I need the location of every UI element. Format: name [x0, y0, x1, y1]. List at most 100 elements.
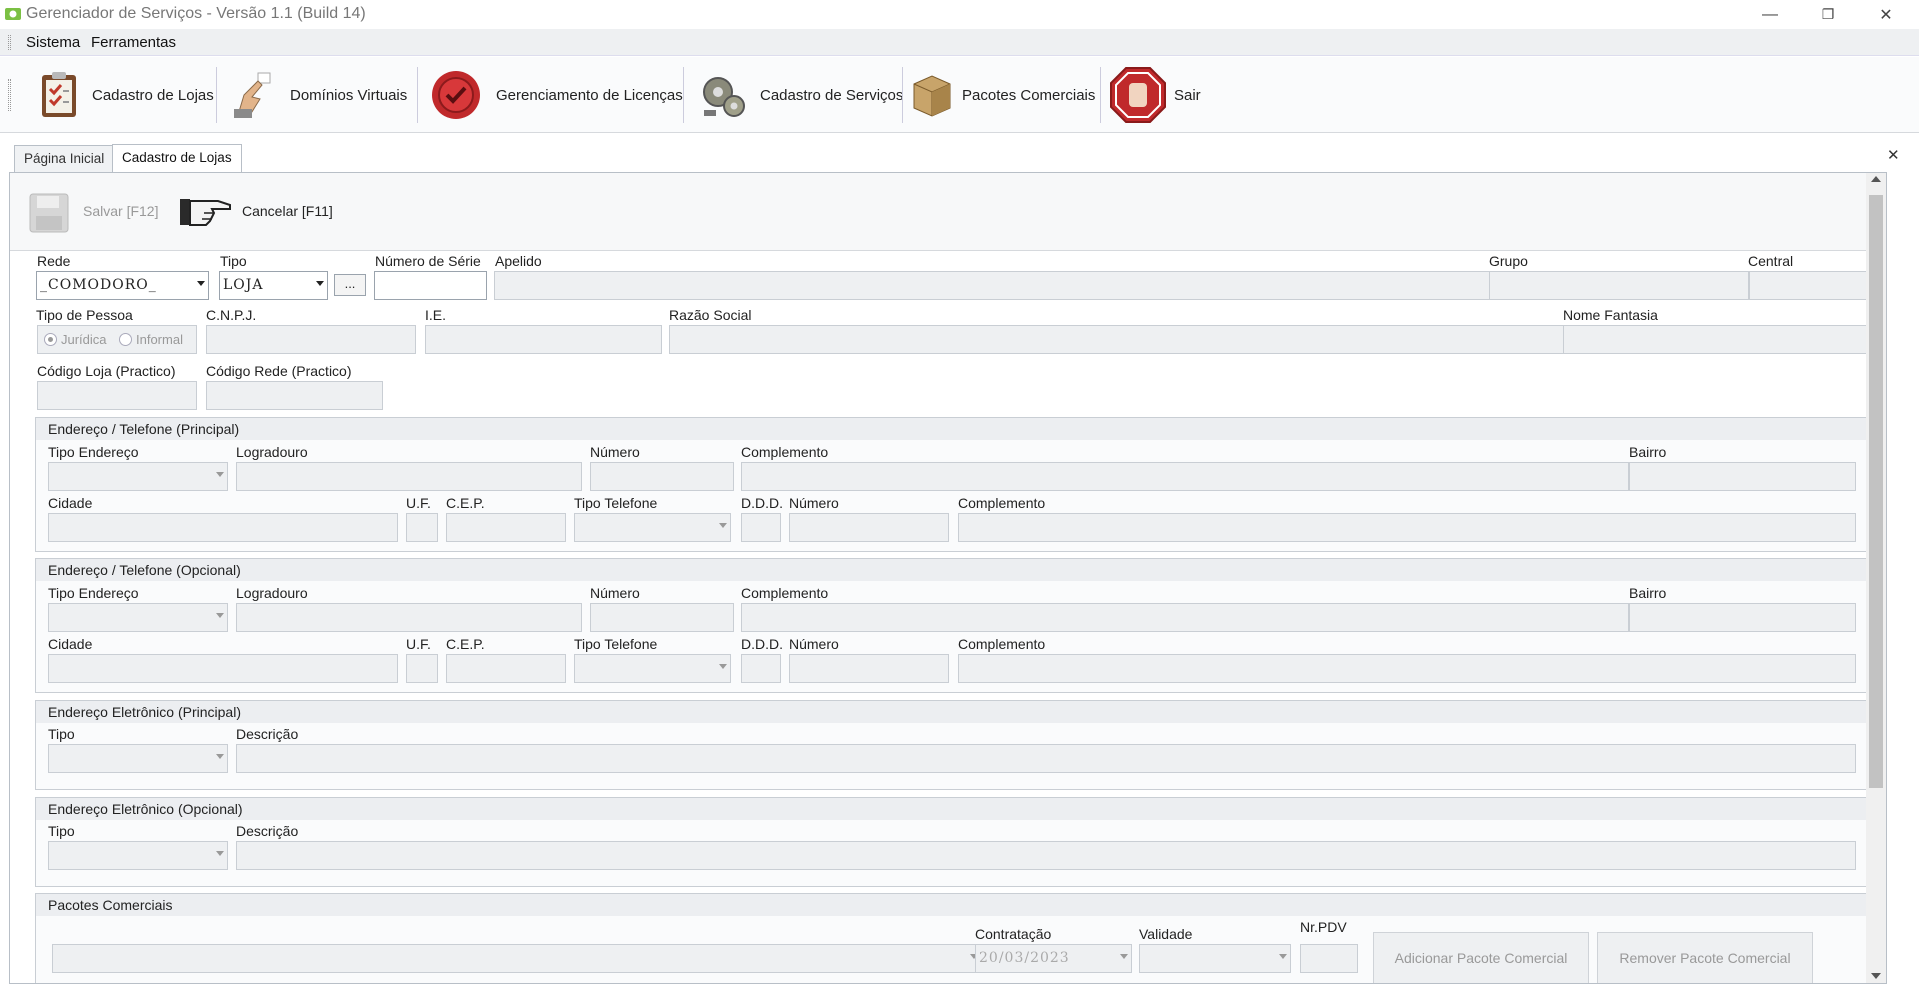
save-button[interactable]: Salvar [F12]: [83, 203, 158, 219]
toolbar-cadastro-lojas[interactable]: Cadastro de Lojas: [34, 57, 214, 133]
uf-input[interactable]: [406, 654, 438, 683]
tipo-combo[interactable]: LOJA: [219, 271, 328, 300]
ddd-input[interactable]: [741, 513, 781, 542]
email-tipo-combo[interactable]: [48, 744, 228, 773]
menu-sistema[interactable]: Sistema: [26, 34, 80, 51]
gears-icon: [703, 77, 745, 117]
nrpdv-input[interactable]: [1300, 944, 1358, 973]
menu-ferramentas[interactable]: Ferramentas: [91, 34, 176, 51]
tipo-telefone-label: Tipo Telefone: [574, 495, 658, 511]
numero-tel-input[interactable]: [789, 513, 949, 542]
central-input[interactable]: [1749, 271, 1868, 300]
toolbar-separator: [417, 67, 418, 123]
toolbar-pacotes-comerciais[interactable]: Pacotes Comerciais: [910, 57, 1095, 133]
contratacao-date[interactable]: 20/03/2023: [975, 944, 1132, 973]
close-window-button[interactable]: ✕: [1857, 0, 1915, 29]
grupo-input[interactable]: [1489, 271, 1749, 300]
tipo-endereco-label: Tipo Endereço: [48, 585, 139, 601]
tab-strip: Página Inicial Cadastro de Lojas ✕: [0, 133, 1919, 173]
complemento-input[interactable]: [741, 462, 1629, 491]
numero-input[interactable]: [590, 603, 734, 632]
bairro-input[interactable]: [1629, 603, 1856, 632]
cidade-input[interactable]: [48, 513, 398, 542]
menu-bar: Sistema Ferramentas: [0, 29, 1919, 56]
pointing-hand-icon: [180, 199, 231, 226]
tipo-telefone-combo[interactable]: [574, 654, 731, 683]
minimize-button[interactable]: —: [1741, 0, 1799, 29]
apelido-input[interactable]: [494, 271, 1491, 300]
cep-input[interactable]: [446, 654, 566, 683]
tipo-endereco-combo[interactable]: [48, 462, 228, 491]
rede-combo[interactable]: _COMODORO_: [36, 271, 209, 300]
vertical-scrollbar[interactable]: [1866, 173, 1886, 983]
ddd-input[interactable]: [741, 654, 781, 683]
ie-input[interactable]: [425, 325, 662, 354]
validade-combo[interactable]: [1139, 944, 1291, 973]
toolbar-gerenciamento-licencas[interactable]: Gerenciamento de Licenças: [428, 57, 683, 133]
group-header: Endereço Eletrônico (Principal): [36, 701, 1874, 723]
lookup-button[interactable]: ...: [334, 274, 366, 296]
juridica-radio[interactable]: [44, 333, 57, 346]
bairro-input[interactable]: [1629, 462, 1856, 491]
nome-fantasia-label: Nome Fantasia: [1563, 307, 1658, 323]
numero-input[interactable]: [590, 462, 734, 491]
informal-radio[interactable]: [119, 333, 132, 346]
complemento-label: Complemento: [741, 585, 829, 601]
codigo-rede-input[interactable]: [206, 381, 383, 410]
chevron-down-icon: [197, 281, 205, 286]
endereco-opcional-group: Endereço / Telefone (Opcional) Tipo Ende…: [35, 558, 1875, 693]
numero-tel-label: Número: [789, 495, 839, 511]
complemento-input[interactable]: [741, 603, 1629, 632]
restore-button[interactable]: ❐: [1799, 0, 1857, 29]
numero-tel-input[interactable]: [789, 654, 949, 683]
toolbar-label: Pacotes Comerciais: [962, 86, 1096, 104]
rede-label: Rede: [37, 253, 71, 269]
chevron-down-icon: [1120, 954, 1128, 959]
toolbar-cadastro-servicos[interactable]: Cadastro de Serviços: [696, 57, 903, 133]
razao-social-input[interactable]: [669, 325, 1565, 354]
toolbar-sair[interactable]: Sair: [1108, 57, 1201, 133]
logradouro-input[interactable]: [236, 603, 582, 632]
numero-serie-input[interactable]: [374, 271, 487, 300]
toolbar-dominios-virtuais[interactable]: Domínios Virtuais: [228, 57, 407, 133]
clipboard-icon: [42, 72, 76, 117]
close-tab-button[interactable]: ✕: [1887, 146, 1900, 164]
scroll-down-icon[interactable]: [1871, 973, 1881, 979]
complemento-tel-label: Complemento: [958, 495, 1046, 511]
complemento-tel-input[interactable]: [958, 513, 1856, 542]
uf-input[interactable]: [406, 513, 438, 542]
toolbar-grip: [8, 79, 11, 111]
scroll-up-icon[interactable]: [1871, 176, 1881, 182]
cancel-button[interactable]: Cancelar [F11]: [242, 203, 333, 219]
complemento-tel-label: Complemento: [958, 636, 1046, 652]
cnpj-input[interactable]: [206, 325, 416, 354]
chevron-down-icon: [316, 281, 324, 286]
scroll-thumb[interactable]: [1869, 195, 1883, 788]
tipo-pessoa-group: Jurídica Informal: [37, 325, 197, 354]
window-title: Gerenciador de Serviços - Versão 1.1 (Bu…: [26, 5, 366, 22]
cidade-input[interactable]: [48, 654, 398, 683]
central-label: Central: [1748, 253, 1794, 269]
tipo-endereco-combo[interactable]: [48, 603, 228, 632]
group-header: Endereço Eletrônico (Opcional): [36, 798, 1874, 820]
cep-input[interactable]: [446, 513, 566, 542]
codigo-loja-input[interactable]: [37, 381, 197, 410]
toolbar-label: Domínios Virtuais: [290, 86, 408, 104]
complemento-tel-input[interactable]: [958, 654, 1856, 683]
email-descricao-input[interactable]: [236, 744, 1856, 773]
nome-fantasia-input[interactable]: [1563, 325, 1868, 354]
tab-pagina-inicial[interactable]: Página Inicial: [14, 145, 115, 172]
validade-label: Validade: [1139, 926, 1193, 942]
email-descricao-input[interactable]: [236, 841, 1856, 870]
tab-cadastro-lojas[interactable]: Cadastro de Lojas: [112, 144, 242, 173]
pacote-combo[interactable]: [52, 944, 982, 973]
toolbar-label: Cadastro de Lojas: [92, 86, 214, 104]
email-tipo-combo[interactable]: [48, 841, 228, 870]
tipo-telefone-combo[interactable]: [574, 513, 731, 542]
toolbar-separator: [216, 67, 217, 123]
remover-pacote-button[interactable]: Remover Pacote Comercial: [1597, 932, 1813, 983]
logradouro-input[interactable]: [236, 462, 582, 491]
numero-label: Número: [590, 585, 640, 601]
chevron-down-icon: [1279, 954, 1287, 959]
adicionar-pacote-button[interactable]: Adicionar Pacote Comercial: [1373, 932, 1589, 983]
